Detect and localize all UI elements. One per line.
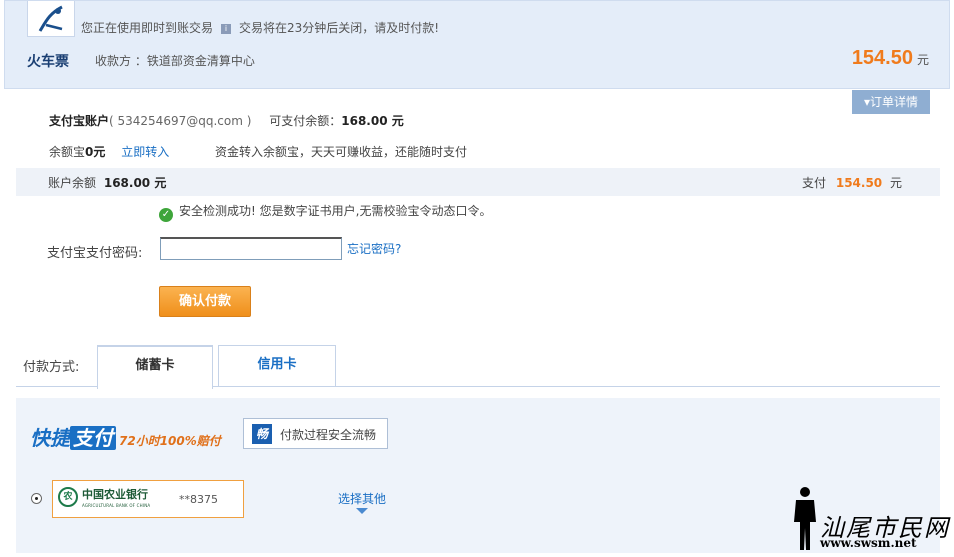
alipay-logo <box>27 1 75 37</box>
secure-flow-text: 付款过程安全流畅 <box>280 428 377 442</box>
info-icon[interactable]: i <box>221 24 232 34</box>
forgot-password-link[interactable]: 忘记密码? <box>347 240 401 257</box>
secure-flow-badge: 畅 付款过程安全流畅 <box>243 418 388 449</box>
tab-debit-card[interactable]: 储蓄卡 <box>97 345 213 389</box>
account-label: 支付宝账户 <box>49 114 110 128</box>
payment-method-label: 付款方式: <box>23 360 80 375</box>
password-input[interactable] <box>160 237 342 260</box>
pay-amount: 支付 154.50 元 <box>802 174 902 191</box>
smooth-icon: 畅 <box>252 424 272 444</box>
account-balance-label: 账户余额 <box>48 176 97 190</box>
chevron-down-icon[interactable] <box>356 508 368 514</box>
account-row: 支付宝账户( 534254697@qq.com ) 可支付余额：168.00 元 <box>49 112 404 129</box>
quick-pay-guarantee: 72小时100%赔付 <box>119 434 221 448</box>
account-email: ( 534254697@qq.com ) <box>109 114 252 128</box>
pay-amount-unit: 元 <box>889 176 902 190</box>
yuebao-value: 0元 <box>85 145 106 159</box>
yuebao-label: 余额宝 <box>49 145 86 159</box>
total-amount: 154.50 元 <box>852 47 929 70</box>
account-balance-value: 168.00 元 <box>103 176 167 190</box>
bank-name-en: AGRICULTURAL BANK OF CHINA <box>82 503 151 508</box>
yuebao-row: 余额宝0元 立即转入 资金转入余额宝，天天可赚收益，还能随时支付 <box>49 143 467 160</box>
pay-amount-label: 支付 <box>802 176 827 190</box>
account-balance: 账户余额 168.00 元 <box>48 174 166 191</box>
bank-card-option[interactable]: 农 中国农业银行 AGRICULTURAL BANK OF CHINA **83… <box>52 480 244 518</box>
order-header: 您正在使用即时到账交易 i 交易将在23分钟后关闭，请及时付款! 火车票 收款方 ：… <box>4 0 950 89</box>
confirm-pay-button[interactable]: 确认付款 <box>159 286 251 317</box>
notice-suffix: 交易将在23分钟后关闭，请及时付款! <box>239 21 440 35</box>
available-balance-label: 可支付余额： <box>269 114 342 128</box>
balance-bar: 账户余额 168.00 元 支付 154.50 元 <box>16 168 940 196</box>
quick-pay-logo: 快捷 支付 72小时100%赔付 <box>30 422 221 451</box>
quick-pay-logo-a: 快捷 <box>30 426 70 450</box>
pay-amount-value: 154.50 <box>835 176 883 190</box>
bank-card-number: **8375 <box>179 493 218 506</box>
person-silhouette-icon <box>794 487 816 550</box>
tab-credit-card[interactable]: 信用卡 <box>218 345 336 387</box>
security-check: ✓ 安全检测成功! 您是数字证书用户,无需校验宝令动态口令。 <box>159 202 491 222</box>
transaction-notice: 您正在使用即时到账交易 i 交易将在23分钟后关闭，请及时付款! <box>81 19 439 36</box>
security-message: 安全检测成功! 您是数字证书用户,无需校验宝令动态口令。 <box>179 204 492 218</box>
watermark: 汕尾市民网 www.swsm.net <box>790 486 950 554</box>
product-name: 火车票 <box>27 54 69 70</box>
alipay-logo-icon <box>38 5 63 32</box>
bank-name: 中国农业银行 <box>82 488 148 501</box>
payee-info: 收款方 ：铁道部资金清算中心 <box>95 54 255 68</box>
bank-radio[interactable] <box>31 493 42 504</box>
available-balance-value: 168.00 元 <box>341 114 404 128</box>
watermark-url: www.swsm.net <box>820 536 917 550</box>
notice-prefix: 您正在使用即时到账交易 <box>81 21 214 35</box>
check-icon: ✓ <box>159 208 173 222</box>
total-amount-value: 154.50 <box>851 47 913 69</box>
choose-other-link[interactable]: 选择其他 <box>338 490 386 507</box>
yuebao-promo: 资金转入余额宝，天天可赚收益，还能随时支付 <box>215 145 468 159</box>
total-amount-unit: 元 <box>916 53 929 67</box>
order-detail-button[interactable]: ▾订单详情 <box>852 90 930 114</box>
yuebao-transfer-link[interactable]: 立即转入 <box>121 145 169 159</box>
quick-pay-logo-b: 支付 <box>70 426 116 450</box>
password-label: 支付宝支付密码: <box>47 246 143 261</box>
abc-bank-icon: 农 <box>58 487 78 507</box>
